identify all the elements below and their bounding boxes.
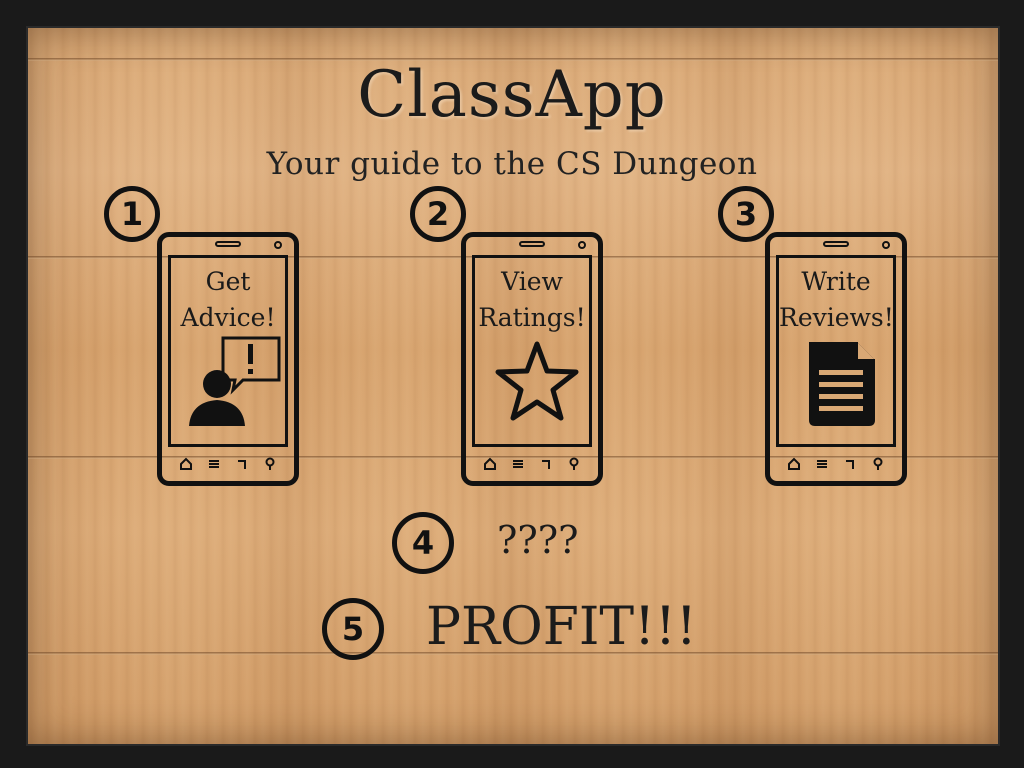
app-subtitle: Your guide to the CS Dungeon: [266, 146, 758, 182]
step-2-phone: View Ratings!: [461, 232, 603, 486]
star-icon: [495, 341, 579, 421]
document-icon: [809, 342, 875, 426]
person-advice-icon: [189, 336, 281, 426]
phone-nav-bar: [476, 455, 588, 471]
step-2-badge: 2: [410, 186, 466, 242]
menu-icon: [511, 456, 525, 470]
step-5-badge: 5: [322, 598, 384, 660]
step-1-phone: Get Advice!: [157, 232, 299, 486]
phone-speaker: [215, 241, 241, 247]
phone-speaker: [519, 241, 545, 247]
phone-screen: View Ratings!: [472, 255, 592, 447]
menu-icon: [207, 456, 221, 470]
menu-icon: [815, 456, 829, 470]
home-icon: [787, 456, 801, 470]
phone-camera: [882, 241, 890, 249]
app-title: ClassApp: [357, 58, 667, 132]
step-4-badge: 4: [392, 512, 454, 574]
search-icon: [871, 456, 885, 470]
phone-speaker: [823, 241, 849, 247]
back-icon: [235, 456, 249, 470]
phone-camera: [274, 241, 282, 249]
home-icon: [179, 456, 193, 470]
search-icon: [263, 456, 277, 470]
step-3-phone: Write Reviews!: [765, 232, 907, 486]
phone-screen: Get Advice!: [168, 255, 288, 447]
back-icon: [539, 456, 553, 470]
search-icon: [567, 456, 581, 470]
home-icon: [483, 456, 497, 470]
step-4-text: ????: [497, 518, 579, 562]
phone-camera: [578, 241, 586, 249]
back-icon: [843, 456, 857, 470]
step-3-badge: 3: [718, 186, 774, 242]
step-1-badge: 1: [104, 186, 160, 242]
step-5-text: PROFIT!!!: [426, 597, 697, 657]
phone-nav-bar: [172, 455, 284, 471]
phone-nav-bar: [780, 455, 892, 471]
phone-screen: Write Reviews!: [776, 255, 896, 447]
